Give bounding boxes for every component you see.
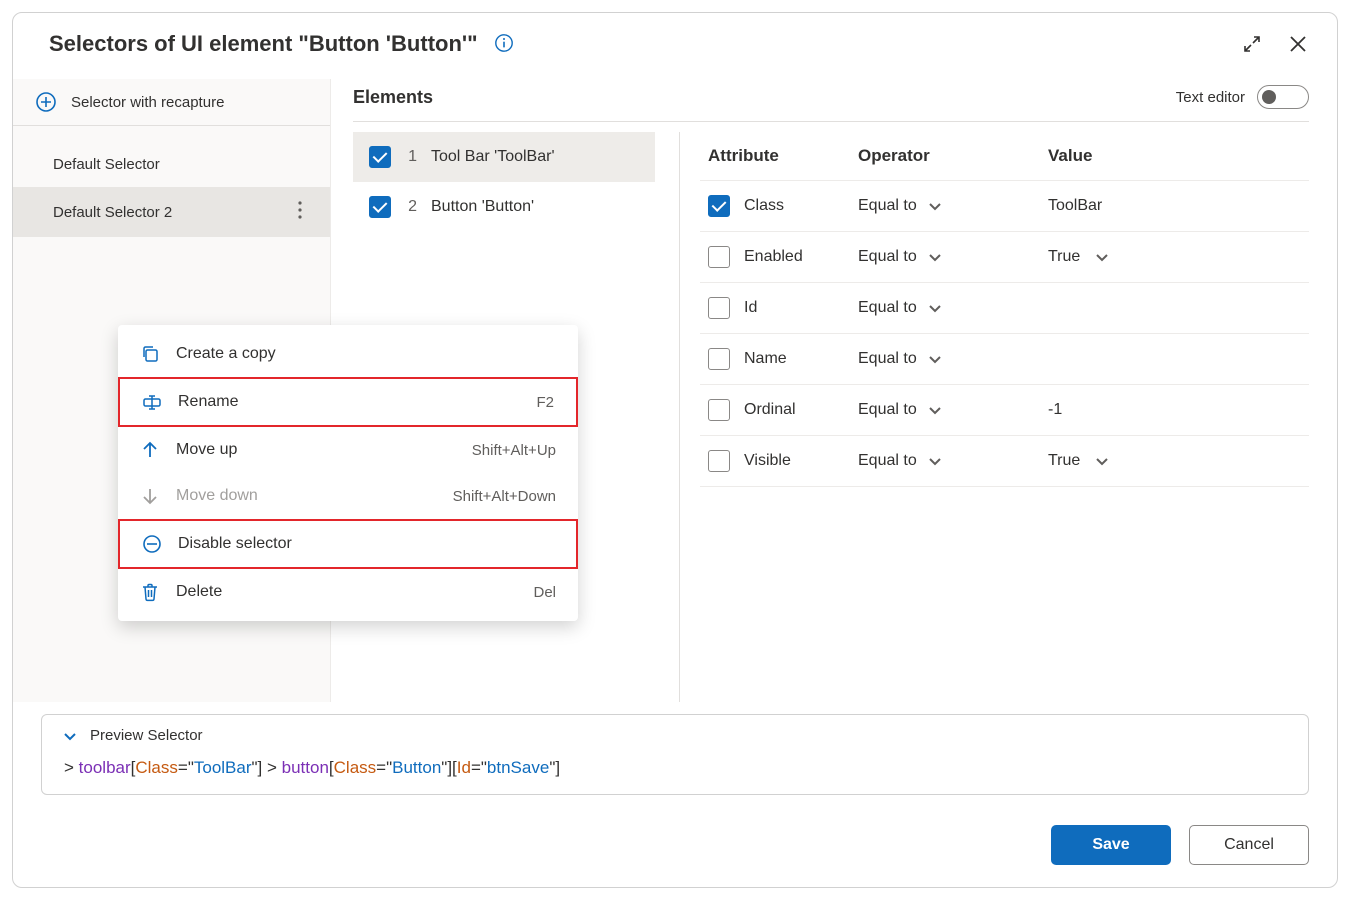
selector-item[interactable]: Default Selector — [13, 142, 330, 187]
menu-label: Move up — [176, 441, 456, 459]
attribute-value-cell[interactable]: True — [1048, 248, 1301, 266]
attribute-checkbox[interactable] — [708, 297, 730, 319]
operator-select[interactable]: Equal to — [858, 452, 1038, 470]
attribute-checkbox[interactable] — [708, 246, 730, 268]
col-attribute: Attribute — [708, 146, 848, 166]
element-index: 2 — [405, 198, 417, 216]
attribute-checkbox[interactable] — [708, 195, 730, 217]
preview-selector-panel: Preview Selector > toolbar[Class="ToolBa… — [41, 714, 1309, 795]
menu-delete[interactable]: Delete Del — [118, 569, 578, 615]
operator-value: Equal to — [858, 452, 917, 470]
element-checkbox[interactable] — [369, 196, 391, 218]
attribute-name: Class — [744, 197, 784, 215]
attribute-value: ToolBar — [1048, 197, 1102, 215]
attribute-table: Attribute Operator Value Class Equal to To… — [679, 132, 1309, 702]
menu-shortcut: Shift+Alt+Down — [453, 488, 556, 505]
attribute-checkbox[interactable] — [708, 450, 730, 472]
selector-item[interactable]: Default Selector 2 — [13, 187, 330, 237]
menu-shortcut: Del — [533, 584, 556, 601]
menu-disable-selector[interactable]: Disable selector — [118, 519, 578, 569]
element-row[interactable]: 2 Button 'Button' — [353, 182, 655, 232]
attribute-value: True — [1048, 248, 1080, 266]
selector-code: > toolbar[Class="ToolBar"] > button[Clas… — [60, 758, 1290, 778]
attribute-row: Ordinal Equal to -1 — [700, 385, 1309, 436]
kebab-icon[interactable] — [292, 201, 308, 223]
menu-label: Create a copy — [176, 345, 556, 363]
attribute-name: Ordinal — [744, 401, 796, 419]
attribute-checkbox[interactable] — [708, 399, 730, 421]
dialog-header: Selectors of UI element "Button 'Button'… — [13, 13, 1337, 69]
menu-move-up[interactable]: Move up Shift+Alt+Up — [118, 427, 578, 473]
text-editor-label: Text editor — [1176, 89, 1245, 106]
element-row[interactable]: 1 Tool Bar 'ToolBar' — [353, 132, 655, 182]
close-icon[interactable] — [1289, 35, 1307, 53]
attribute-row: Enabled Equal to True — [700, 232, 1309, 283]
add-selector-label: Selector with recapture — [71, 94, 224, 111]
dialog-title: Selectors of UI element "Button 'Button'… — [49, 31, 478, 57]
attribute-value-cell[interactable]: ToolBar — [1048, 197, 1301, 215]
menu-label: Rename — [178, 393, 520, 411]
operator-select[interactable]: Equal to — [858, 350, 1038, 368]
save-button[interactable]: Save — [1051, 825, 1171, 865]
attribute-value-cell[interactable]: -1 — [1048, 401, 1301, 419]
menu-label: Disable selector — [178, 535, 554, 553]
attribute-value-cell[interactable]: True — [1048, 452, 1301, 470]
add-selector-button[interactable]: Selector with recapture — [13, 79, 330, 126]
col-operator: Operator — [858, 146, 1038, 166]
selector-builder-dialog: Selectors of UI element "Button 'Button'… — [12, 12, 1338, 888]
menu-move-down: Move down Shift+Alt+Down — [118, 473, 578, 519]
operator-value: Equal to — [858, 248, 917, 266]
selector-context-menu: Create a copy Rename F2 Move up Shift+Al… — [118, 325, 578, 621]
attribute-row: Name Equal to — [700, 334, 1309, 385]
menu-create-copy[interactable]: Create a copy — [118, 331, 578, 377]
cancel-button[interactable]: Cancel — [1189, 825, 1309, 865]
operator-select[interactable]: Equal to — [858, 197, 1038, 215]
operator-value: Equal to — [858, 401, 917, 419]
menu-label: Delete — [176, 583, 517, 601]
element-checkbox[interactable] — [369, 146, 391, 168]
attribute-name: Id — [744, 299, 757, 317]
attribute-value: True — [1048, 452, 1080, 470]
col-value: Value — [1048, 146, 1301, 166]
menu-shortcut: Shift+Alt+Up — [472, 442, 556, 459]
preview-toggle[interactable]: Preview Selector — [60, 727, 1290, 744]
operator-select[interactable]: Equal to — [858, 248, 1038, 266]
dialog-footer: Save Cancel — [13, 807, 1337, 887]
element-index: 1 — [405, 148, 417, 166]
text-editor-toggle[interactable] — [1257, 85, 1309, 109]
operator-select[interactable]: Equal to — [858, 299, 1038, 317]
attribute-name: Enabled — [744, 248, 803, 266]
selector-item-label: Default Selector — [53, 156, 160, 173]
operator-value: Equal to — [858, 350, 917, 368]
menu-rename[interactable]: Rename F2 — [118, 377, 578, 427]
preview-label: Preview Selector — [90, 727, 203, 744]
selector-item-label: Default Selector 2 — [53, 204, 172, 221]
expand-icon[interactable] — [1243, 35, 1261, 53]
operator-select[interactable]: Equal to — [858, 401, 1038, 419]
attribute-name: Name — [744, 350, 787, 368]
attribute-name: Visible — [744, 452, 791, 470]
elements-heading: Elements — [353, 87, 433, 108]
attribute-row: Class Equal to ToolBar — [700, 181, 1309, 232]
operator-value: Equal to — [858, 197, 917, 215]
menu-label: Move down — [176, 487, 437, 505]
operator-value: Equal to — [858, 299, 917, 317]
menu-shortcut: F2 — [536, 394, 554, 411]
attribute-value: -1 — [1048, 401, 1062, 419]
info-icon[interactable] — [494, 33, 514, 56]
attribute-row: Id Equal to — [700, 283, 1309, 334]
attribute-checkbox[interactable] — [708, 348, 730, 370]
element-label: Button 'Button' — [431, 198, 534, 216]
attribute-row: Visible Equal to True — [700, 436, 1309, 487]
element-label: Tool Bar 'ToolBar' — [431, 148, 555, 166]
